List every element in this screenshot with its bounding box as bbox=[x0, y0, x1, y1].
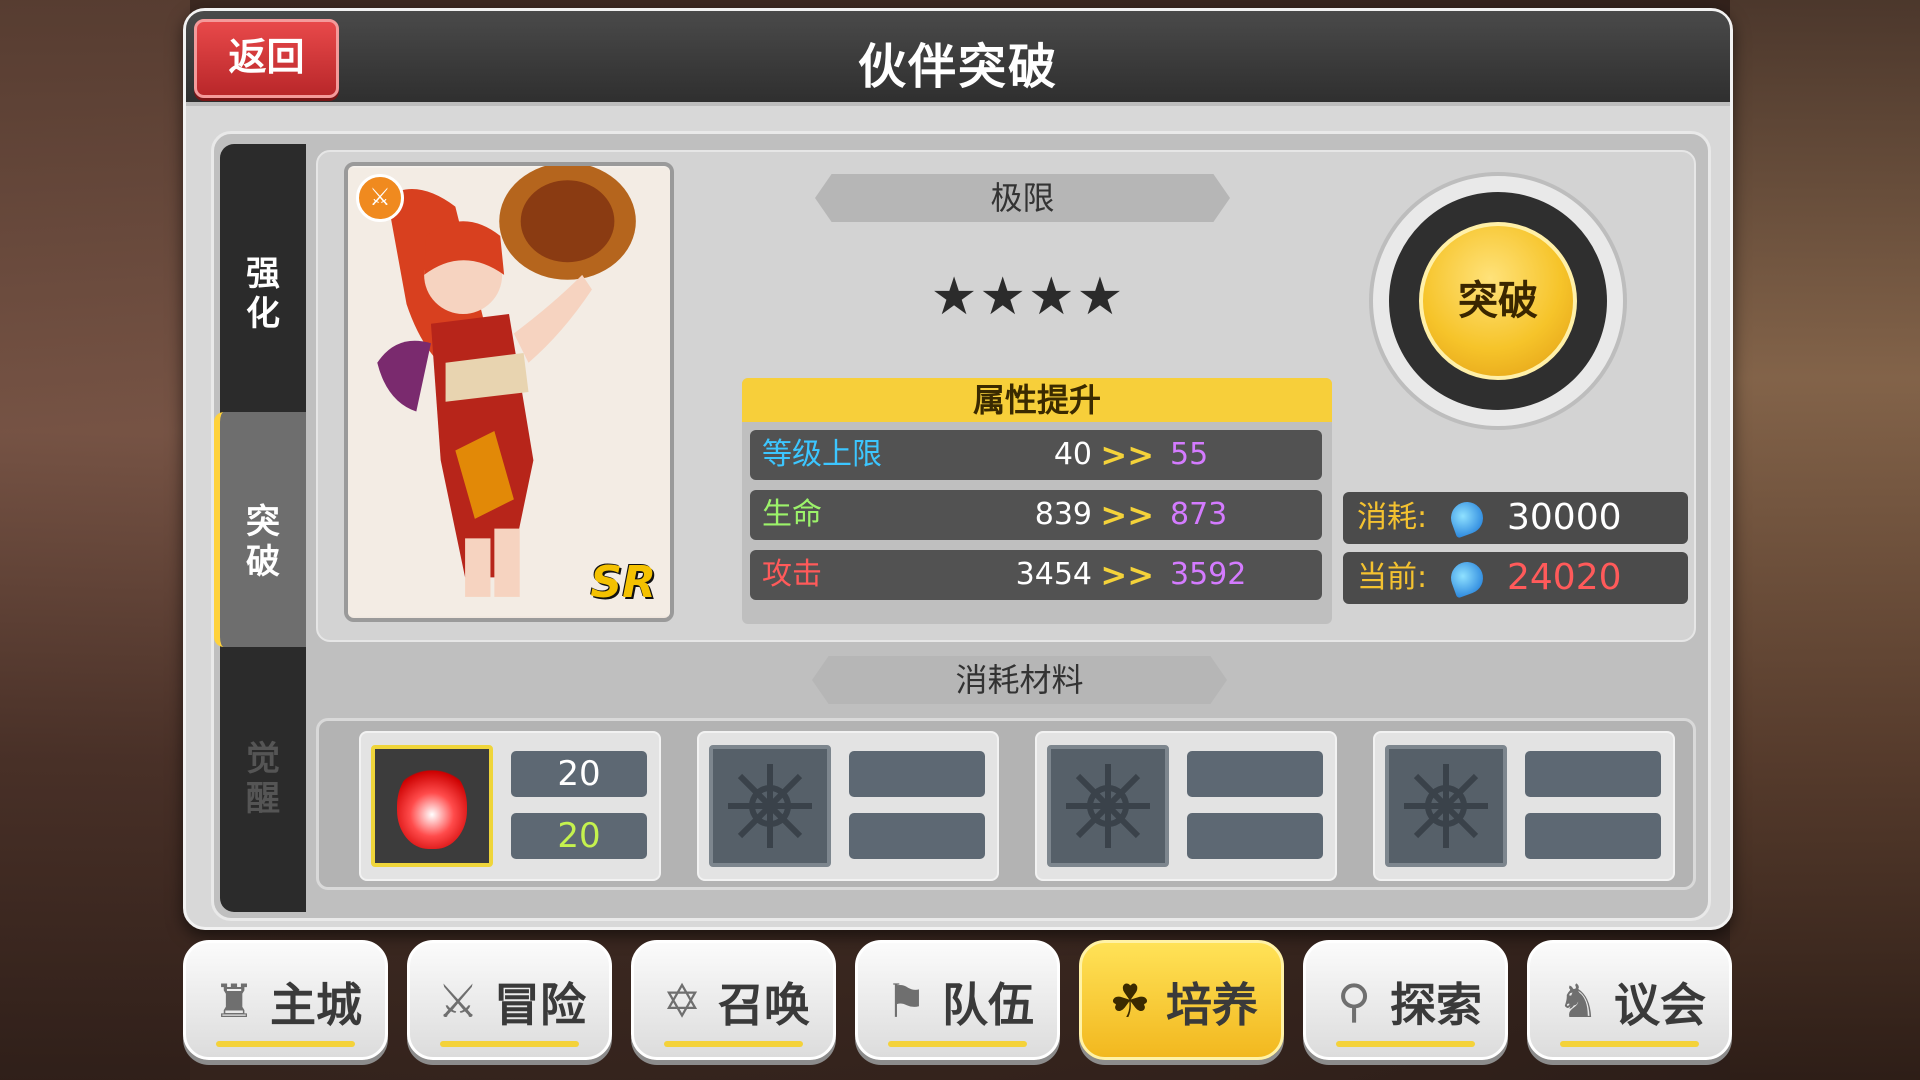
material-slot[interactable] bbox=[1373, 731, 1675, 881]
attr-row-hp: 生命 839 >> 873 bbox=[750, 490, 1322, 540]
current-label: 当前: bbox=[1357, 560, 1428, 595]
partner-breakthrough-window: 返回 伙伴突破 强 化 突 破 觉 醒 ⚔ SR 极限 ★★★★ 属性提升 等级… bbox=[183, 8, 1733, 930]
material-have bbox=[849, 813, 985, 859]
tab-awaken-label: 觉 醒 bbox=[246, 739, 280, 819]
nav-label: 主城 bbox=[270, 978, 362, 1032]
attr-label: 攻击 bbox=[762, 557, 822, 592]
content-panel: 强 化 突 破 觉 醒 ⚔ SR 极限 ★★★★ 属性提升 等级上限 40 >>… bbox=[211, 131, 1711, 921]
cost-current-row: 当前: 24020 bbox=[1343, 552, 1688, 604]
background-right bbox=[1730, 0, 1920, 1080]
nav-underline bbox=[216, 1041, 355, 1047]
soul-gem-icon bbox=[1446, 557, 1488, 599]
page-title: 伙伴突破 bbox=[857, 39, 1058, 95]
material-have bbox=[1525, 813, 1661, 859]
material-slot[interactable] bbox=[1035, 731, 1337, 881]
sword-icon: ⚔ bbox=[356, 174, 404, 222]
attr-current: 3454 bbox=[1015, 557, 1092, 592]
double-arrow-icon: >> bbox=[1100, 496, 1154, 534]
nav-train[interactable]: ☘ 培养 bbox=[1079, 940, 1284, 1060]
double-arrow-icon: >> bbox=[1100, 436, 1154, 474]
double-arrow-icon: >> bbox=[1100, 556, 1154, 594]
attr-row-attack: 攻击 3454 >> 3592 bbox=[750, 550, 1322, 600]
nav-underline bbox=[1336, 1041, 1475, 1047]
nav-label: 探索 bbox=[1390, 978, 1482, 1032]
attr-current: 40 bbox=[1053, 437, 1092, 472]
nav-council[interactable]: ♞ 议会 bbox=[1527, 940, 1732, 1060]
consume-label: 消耗: bbox=[1357, 500, 1428, 535]
tab-enhance[interactable]: 强 化 bbox=[220, 254, 306, 334]
material-have: 20 bbox=[511, 813, 647, 859]
cost-consume-row: 消耗: 30000 bbox=[1343, 492, 1688, 544]
nav-adventure[interactable]: ⚔ 冒险 bbox=[407, 940, 612, 1060]
tab-enhance-label: 强 化 bbox=[246, 254, 280, 334]
flame-emblem-icon bbox=[371, 745, 493, 867]
attribute-box: 属性提升 等级上限 40 >> 55 生命 839 >> 873 攻击 3454… bbox=[742, 378, 1332, 624]
background-left bbox=[0, 0, 190, 1080]
empty-slot-icon bbox=[1385, 745, 1507, 867]
train-icon: ☘ bbox=[1109, 974, 1151, 1028]
material-need: 20 bbox=[511, 751, 647, 797]
bottom-nav: ♜ 主城 ⚔ 冒险 ✡ 召唤 ⚑ 队伍 ☘ 培养 ⚲ 探索 ♞ 议会 bbox=[183, 940, 1738, 1060]
partner-card[interactable]: ⚔ SR bbox=[344, 162, 674, 622]
breakthrough-dial: 突破 bbox=[1373, 176, 1623, 426]
rarity-badge: SR bbox=[590, 557, 656, 608]
explore-icon: ⚲ bbox=[1337, 974, 1371, 1028]
nav-label: 队伍 bbox=[942, 978, 1034, 1032]
partner-portrait bbox=[348, 166, 670, 617]
nav-explore[interactable]: ⚲ 探索 bbox=[1303, 940, 1508, 1060]
council-icon: ♞ bbox=[1557, 974, 1599, 1028]
material-slot[interactable]: 20 20 bbox=[359, 731, 661, 881]
nav-label: 冒险 bbox=[494, 978, 586, 1032]
consume-value: 30000 bbox=[1507, 497, 1622, 538]
nav-summon[interactable]: ✡ 召唤 bbox=[631, 940, 836, 1060]
castle-icon: ♜ bbox=[213, 974, 255, 1028]
crossed-swords-icon: ⚔ bbox=[437, 974, 479, 1028]
material-have bbox=[1187, 813, 1323, 859]
star-rating: ★★★★ bbox=[930, 267, 1126, 327]
empty-slot-icon bbox=[1047, 745, 1169, 867]
team-icon: ⚑ bbox=[885, 974, 927, 1028]
attribute-header: 属性提升 bbox=[742, 378, 1332, 422]
nav-underline bbox=[1560, 1041, 1699, 1047]
nav-label: 培养 bbox=[1166, 978, 1258, 1032]
material-need bbox=[1187, 751, 1323, 797]
side-tab-bar: 强 化 突 破 觉 醒 bbox=[214, 144, 306, 912]
materials-ribbon: 消耗材料 bbox=[812, 656, 1227, 704]
nav-main-city[interactable]: ♜ 主城 bbox=[183, 940, 388, 1060]
nav-underline bbox=[888, 1041, 1027, 1047]
summon-circle-icon: ✡ bbox=[662, 974, 702, 1028]
title-bar: 返回 伙伴突破 bbox=[186, 11, 1730, 106]
breakthrough-button[interactable]: 突破 bbox=[1419, 222, 1577, 380]
attr-next: 3592 bbox=[1170, 557, 1247, 592]
breakthrough-panel: ⚔ SR 极限 ★★★★ 属性提升 等级上限 40 >> 55 生命 839 >… bbox=[316, 150, 1696, 642]
tab-breakthrough[interactable]: 突 破 bbox=[214, 412, 306, 647]
flame-shape bbox=[397, 763, 467, 849]
attr-next: 873 bbox=[1170, 497, 1228, 532]
material-slot[interactable] bbox=[697, 731, 999, 881]
soul-gem-icon bbox=[1446, 497, 1488, 539]
nav-label: 召唤 bbox=[718, 978, 810, 1032]
attr-current: 839 bbox=[1034, 497, 1092, 532]
nav-label: 议会 bbox=[1614, 978, 1706, 1032]
nav-underline bbox=[664, 1041, 803, 1047]
material-need bbox=[849, 751, 985, 797]
attr-label: 等级上限 bbox=[762, 437, 882, 472]
attr-label: 生命 bbox=[762, 497, 822, 532]
nav-team[interactable]: ⚑ 队伍 bbox=[855, 940, 1060, 1060]
attr-row-level-cap: 等级上限 40 >> 55 bbox=[750, 430, 1322, 480]
empty-slot-icon bbox=[709, 745, 831, 867]
current-value: 24020 bbox=[1507, 557, 1622, 598]
material-need bbox=[1525, 751, 1661, 797]
nav-underline bbox=[440, 1041, 579, 1047]
materials-bar: 20 20 bbox=[316, 718, 1696, 890]
attr-next: 55 bbox=[1170, 437, 1209, 472]
tab-awaken[interactable]: 觉 醒 bbox=[220, 739, 306, 819]
limit-ribbon: 极限 bbox=[815, 174, 1230, 222]
tab-breakthrough-label: 突 破 bbox=[246, 502, 280, 582]
